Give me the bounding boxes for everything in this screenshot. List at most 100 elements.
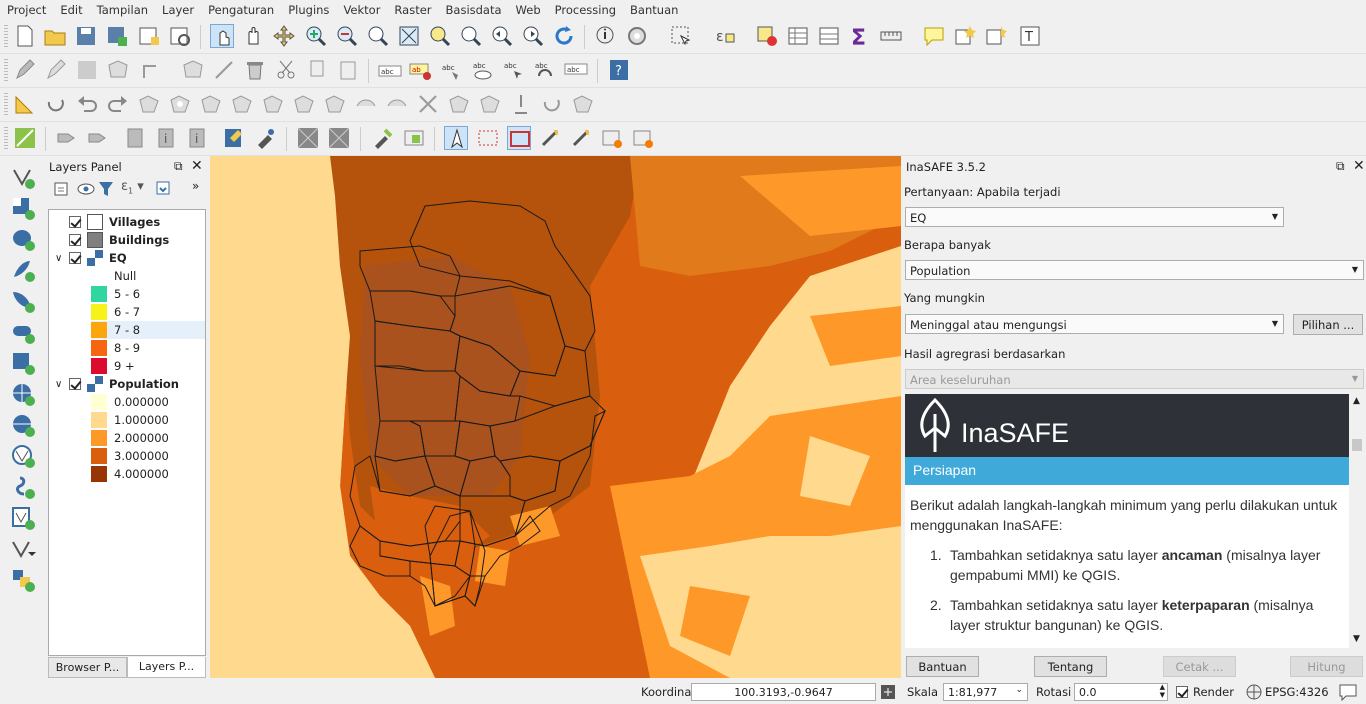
current-edits-icon[interactable] bbox=[13, 58, 37, 82]
legend-item[interactable]: 6 - 7 bbox=[91, 303, 140, 321]
whats-this-help-button[interactable]: ? bbox=[607, 58, 631, 82]
add-wms-layer-icon[interactable] bbox=[10, 381, 36, 407]
layer-eq[interactable]: ∨ EQ bbox=[55, 249, 127, 267]
scrollbar-thumb[interactable] bbox=[1352, 439, 1362, 451]
render-checkbox[interactable] bbox=[1176, 686, 1188, 698]
move-label-icon[interactable]: abc bbox=[502, 58, 526, 82]
identify-features-button[interactable] bbox=[594, 24, 618, 48]
messages-icon[interactable] bbox=[1338, 683, 1358, 704]
menu-web[interactable]: Web bbox=[509, 3, 548, 17]
exposure-select[interactable]: Population ▼ bbox=[905, 260, 1364, 280]
add-mssql-layer-icon[interactable] bbox=[10, 288, 36, 314]
refresh-button[interactable] bbox=[552, 24, 576, 48]
add-raster-layer-icon[interactable] bbox=[10, 195, 36, 221]
filter-legend-icon[interactable] bbox=[98, 180, 114, 201]
show-bookmarks-button[interactable] bbox=[984, 24, 1008, 48]
add-oracle-layer-icon[interactable] bbox=[10, 319, 36, 345]
layer-population[interactable]: ∨ Population bbox=[55, 375, 179, 393]
open-project-button[interactable] bbox=[43, 24, 67, 48]
close-panel-icon[interactable]: ✕ bbox=[1353, 158, 1365, 174]
save-as-button[interactable] bbox=[105, 24, 129, 48]
crs-label[interactable]: EPSG:4326 bbox=[1265, 685, 1329, 699]
add-db2-layer-icon[interactable] bbox=[10, 350, 36, 376]
new-geopackage-layer-icon[interactable] bbox=[10, 567, 36, 593]
menu-edit[interactable]: Edit bbox=[53, 3, 89, 17]
pan-map-button[interactable] bbox=[242, 24, 266, 48]
zoom-next-button[interactable] bbox=[521, 24, 545, 48]
legend-item[interactable]: 3.000000 bbox=[91, 447, 169, 465]
layer-visibility-checkbox[interactable] bbox=[69, 216, 81, 228]
legend-item[interactable]: 2.000000 bbox=[91, 429, 169, 447]
pin-labels-icon[interactable]: abc bbox=[440, 58, 464, 82]
merge-attributes-icon[interactable] bbox=[478, 92, 502, 116]
map-tips-button[interactable] bbox=[922, 24, 946, 48]
simplify-feature-icon[interactable] bbox=[137, 92, 161, 116]
new-project-button[interactable] bbox=[13, 24, 37, 48]
add-ring-icon[interactable] bbox=[168, 92, 192, 116]
add-wcs-layer-icon[interactable] bbox=[10, 412, 36, 438]
toggle-extents-icon[interactable] bbox=[880, 684, 896, 703]
delete-part-icon[interactable] bbox=[292, 92, 316, 116]
add-wfs-layer-icon[interactable] bbox=[10, 443, 36, 469]
legend-item[interactable]: 5 - 6 bbox=[91, 285, 140, 303]
aggregation-select[interactable]: Area keseluruhan ▼ bbox=[905, 369, 1364, 389]
field-calculator-button[interactable] bbox=[817, 24, 841, 48]
layer-visibility-checkbox[interactable] bbox=[69, 378, 81, 390]
inasafe-import-icon[interactable] bbox=[55, 126, 79, 150]
offset-point-symbols-icon[interactable] bbox=[540, 92, 564, 116]
expand-chevron-icon[interactable]: ∨ bbox=[55, 379, 69, 390]
save-edits-icon[interactable] bbox=[75, 58, 99, 82]
zoom-full-button[interactable] bbox=[397, 24, 421, 48]
menu-plugins[interactable]: Plugins bbox=[281, 3, 336, 17]
minimum-needs-icon[interactable] bbox=[253, 126, 277, 150]
visibility-eye-icon[interactable] bbox=[76, 180, 96, 201]
style-manager-icon[interactable] bbox=[52, 180, 70, 201]
node-tool-icon[interactable] bbox=[212, 58, 236, 82]
legend-item[interactable]: 4.000000 bbox=[91, 465, 169, 483]
add-feature-icon[interactable] bbox=[106, 58, 130, 82]
run-button[interactable]: Hitung bbox=[1290, 656, 1363, 677]
georeferencer-icon[interactable] bbox=[13, 126, 37, 150]
cut-features-icon[interactable] bbox=[274, 58, 298, 82]
delete-selected-icon[interactable] bbox=[243, 58, 267, 82]
zoom-out-button[interactable] bbox=[335, 24, 359, 48]
rotation-spinbox[interactable]: 0.0 ▲ ▼ bbox=[1074, 683, 1168, 701]
redo-icon[interactable] bbox=[106, 92, 130, 116]
paste-features-icon[interactable] bbox=[336, 58, 360, 82]
rotate-label-icon[interactable]: abc bbox=[533, 58, 557, 82]
legend-item[interactable]: 8 - 9 bbox=[91, 339, 140, 357]
split-parts-icon[interactable] bbox=[416, 92, 440, 116]
tab-layers-panel[interactable]: Layers P... bbox=[127, 657, 206, 678]
split-features-icon[interactable] bbox=[385, 92, 409, 116]
advanced-digitizing-icon[interactable] bbox=[13, 92, 37, 116]
filter-expression-icon[interactable]: ε1 ▾ bbox=[121, 179, 144, 196]
add-vector-layer-icon[interactable] bbox=[10, 164, 36, 190]
run-action-button[interactable] bbox=[625, 24, 649, 48]
menu-processing[interactable]: Processing bbox=[548, 3, 623, 17]
merge-features-icon[interactable] bbox=[447, 92, 471, 116]
fill-ring-icon[interactable] bbox=[230, 92, 254, 116]
new-print-layout-button[interactable] bbox=[137, 24, 161, 48]
add-postgis-layer-icon[interactable] bbox=[10, 226, 36, 252]
analysis-extent-icon[interactable] bbox=[507, 126, 531, 150]
new-bookmark-button[interactable] bbox=[953, 24, 977, 48]
coordinate-field[interactable]: 100.3193,-0.9647 bbox=[691, 683, 876, 701]
legend-item[interactable]: Null bbox=[91, 267, 136, 285]
new-shapefile-layer-icon[interactable] bbox=[10, 536, 36, 562]
menu-tampilan[interactable]: Tampilan bbox=[90, 3, 155, 17]
menu-layer[interactable]: Layer bbox=[155, 3, 201, 17]
zoom-to-selection-button[interactable] bbox=[428, 24, 452, 48]
wizard-icon[interactable] bbox=[569, 126, 593, 150]
label-toolbar-icon[interactable]: abc bbox=[378, 58, 402, 82]
legend-item[interactable]: 9 + bbox=[91, 357, 135, 375]
add-osm-roads-icon[interactable] bbox=[631, 126, 655, 150]
float-panel-icon[interactable]: ⧉ bbox=[174, 159, 183, 174]
layout-manager-button[interactable] bbox=[168, 24, 192, 48]
menu-raster[interactable]: Raster bbox=[387, 3, 438, 17]
show-hide-labels-icon[interactable]: abc bbox=[471, 58, 495, 82]
measure-button[interactable] bbox=[879, 24, 903, 48]
inasafe-help-icon[interactable]: i bbox=[186, 126, 210, 150]
inasafe-info-icon[interactable]: i bbox=[155, 126, 179, 150]
menu-vektor[interactable]: Vektor bbox=[336, 3, 387, 17]
delete-ring-icon[interactable] bbox=[261, 92, 285, 116]
